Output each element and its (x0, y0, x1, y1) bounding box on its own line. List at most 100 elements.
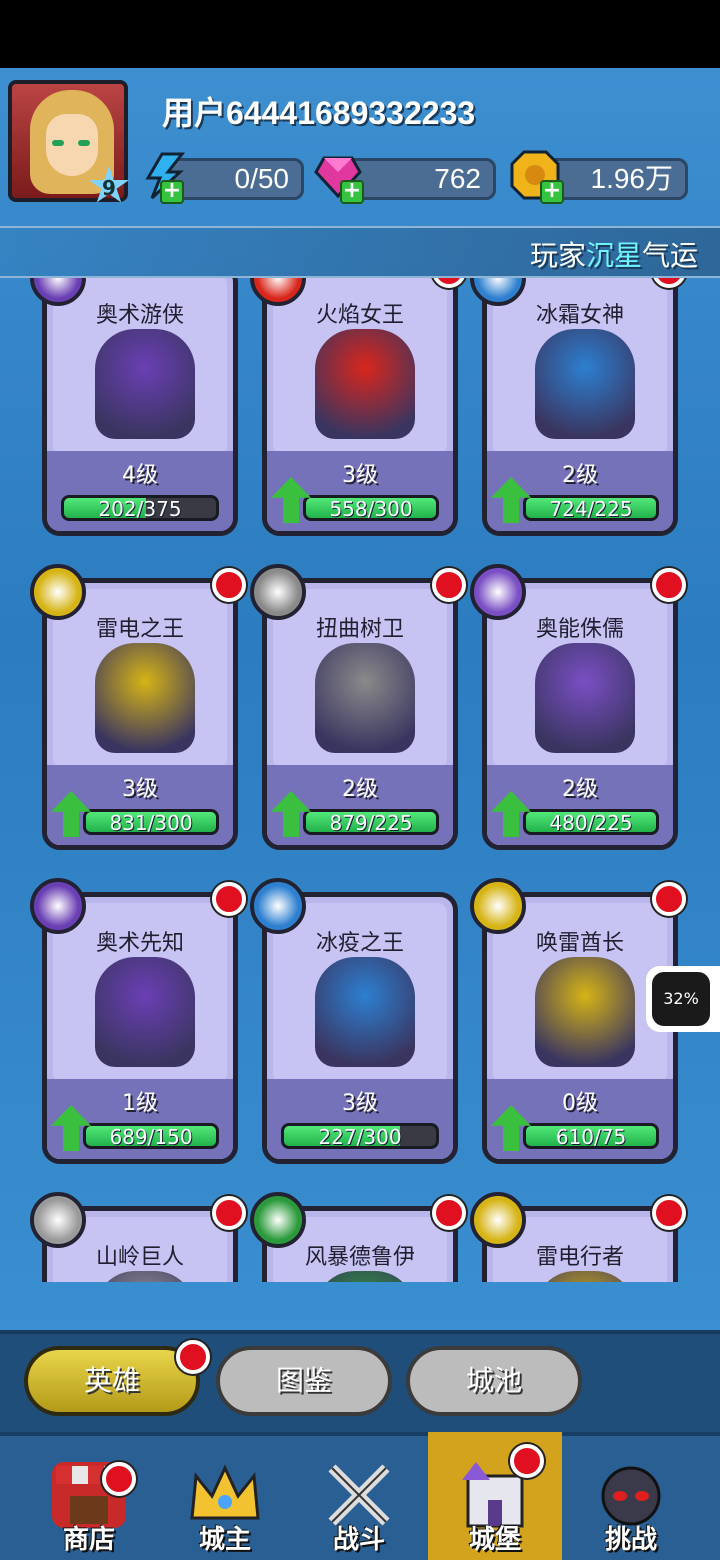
hero-element-icon (30, 564, 86, 620)
hero-card[interactable]: 火焰女王 3级 558/300 (262, 278, 458, 536)
hero-progress-text: 831/300 (109, 811, 193, 835)
tab-codex-label: 图鉴 (275, 1364, 332, 1397)
nav-battle-label: 战斗 (332, 1525, 385, 1555)
nav-shop[interactable]: 商店 (22, 1432, 156, 1560)
hero-portrait (95, 957, 195, 1067)
percent-text: 32% (652, 972, 710, 1026)
system-status-bar (0, 0, 720, 68)
hero-name: 雷电行者 (535, 1245, 624, 1270)
hero-progress-text: 724/225 (549, 497, 633, 521)
tab-heroes[interactable]: 英雄 (24, 1346, 200, 1416)
hero-element-icon (470, 1192, 526, 1248)
nav-castle-red-dot (510, 1444, 544, 1478)
hero-new-red-dot (212, 568, 246, 602)
hero-card[interactable]: 唤雷酋长 0级 610/75 (482, 892, 678, 1164)
nav-challenge[interactable]: 挑战 (564, 1432, 698, 1560)
banner-highlight: 沉星 (585, 239, 642, 272)
hero-card[interactable]: 冰霜女神 2级 724/225 (482, 278, 678, 536)
tab-city-label: 城池 (465, 1364, 522, 1397)
hero-shard-progress: 480/225 (523, 809, 659, 835)
nav-castle[interactable]: 城堡 (428, 1432, 562, 1560)
hero-progress-text: 558/300 (329, 497, 413, 521)
gold-value: 1.96万 (590, 163, 674, 194)
hero-shard-progress: 689/150 (83, 1123, 219, 1149)
energy-bar: 0/50 (168, 158, 304, 200)
hero-new-red-dot (652, 882, 686, 916)
hero-portrait (535, 957, 635, 1067)
hero-shard-progress: 879/225 (303, 809, 439, 835)
hero-name: 冰霜女神 (535, 303, 624, 328)
nav-castle-label: 城堡 (468, 1525, 521, 1555)
hero-name: 冰疫之王 (315, 931, 404, 956)
hero-portrait (535, 329, 635, 439)
hero-new-red-dot (432, 1196, 466, 1230)
hero-level: 3级 (342, 1091, 378, 1116)
nav-lord-label: 城主 (198, 1525, 251, 1555)
hero-name: 雷电之王 (95, 617, 184, 642)
hero-new-red-dot (212, 1196, 246, 1230)
hero-shard-progress: 610/75 (523, 1123, 659, 1149)
banner-text: 玩家沉星气运 (530, 234, 698, 274)
hero-shard-progress: 831/300 (83, 809, 219, 835)
avatar-eye-right (78, 140, 90, 146)
hero-level: 4级 (122, 463, 158, 488)
hero-name: 火焰女王 (315, 303, 404, 328)
hero-element-icon (30, 878, 86, 934)
tab-codex[interactable]: 图鉴 (216, 1346, 392, 1416)
hero-portrait (315, 329, 415, 439)
hero-name: 唤雷酋长 (535, 931, 624, 956)
hero-card[interactable]: 奥能侏儒 2级 480/225 (482, 578, 678, 850)
hero-element-icon (250, 564, 306, 620)
hero-new-red-dot (652, 568, 686, 602)
nav-lord[interactable]: 城主 (158, 1432, 292, 1560)
tab-city[interactable]: 城池 (406, 1346, 582, 1416)
hero-element-icon (250, 878, 306, 934)
avatar-eye-left (52, 140, 64, 146)
hero-progress-text: 227/300 (318, 1125, 402, 1149)
hero-card[interactable]: 奥术先知 1级 689/150 (42, 892, 238, 1164)
add-energy-button[interactable]: + (160, 180, 184, 204)
add-gold-button[interactable]: + (540, 180, 564, 204)
hero-new-red-dot (432, 568, 466, 602)
banner-suffix: 气运 (641, 239, 698, 272)
hero-card[interactable]: 雷电之王 3级 831/300 (42, 578, 238, 850)
hero-element-icon (30, 1192, 86, 1248)
hero-name: 奥术游侠 (95, 303, 184, 328)
hero-shard-progress: 227/300 (281, 1123, 439, 1149)
hero-progress-text: 480/225 (549, 811, 633, 835)
hero-grid: 奥术游侠 4级 202/375 火焰女王 3级 558/300 冰霜女神 2级 724/225 雷… (0, 278, 720, 1282)
gem-value: 762 (434, 163, 481, 194)
hero-progress-text: 202/375 (98, 497, 182, 521)
loading-percent-badge[interactable]: 32% (646, 966, 720, 1032)
hero-element-icon (250, 1192, 306, 1248)
hero-name: 扭曲树卫 (315, 617, 404, 642)
hero-name: 奥能侏儒 (535, 617, 624, 642)
add-gems-button[interactable]: + (340, 180, 364, 204)
hero-portrait (535, 643, 635, 753)
hero-shard-progress: 724/225 (523, 495, 659, 521)
hero-portrait (95, 643, 195, 753)
player-username: 用户64441689332233 (162, 95, 476, 131)
hero-shard-progress: 202/375 (61, 495, 219, 521)
hero-progress-text: 879/225 (329, 811, 413, 835)
hero-name: 山岭巨人 (95, 1245, 184, 1270)
hero-progress-text: 610/75 (555, 1125, 627, 1149)
hero-name: 奥术先知 (95, 931, 184, 956)
hero-new-red-dot (652, 1196, 686, 1230)
lucky-banner: 玩家沉星气运 (0, 226, 720, 278)
hero-progress-text: 689/150 (109, 1125, 193, 1149)
hero-shard-progress: 558/300 (303, 495, 439, 521)
nav-shop-label: 商店 (62, 1525, 115, 1555)
hero-portrait (315, 957, 415, 1067)
hero-card[interactable]: 扭曲树卫 2级 879/225 (262, 578, 458, 850)
hero-portrait (315, 643, 415, 753)
nav-battle[interactable]: 战斗 (292, 1432, 426, 1560)
banner-prefix: 玩家 (529, 239, 586, 272)
hero-card[interactable]: 冰疫之王 3级 227/300 (262, 892, 458, 1164)
hero-card[interactable]: 奥术游侠 4级 202/375 (42, 278, 238, 536)
hero-name: 风暴德鲁伊 (304, 1245, 415, 1270)
tab-heroes-label: 英雄 (83, 1364, 140, 1397)
hero-new-red-dot (212, 882, 246, 916)
hero-portrait (95, 329, 195, 439)
hero-element-icon (470, 564, 526, 620)
